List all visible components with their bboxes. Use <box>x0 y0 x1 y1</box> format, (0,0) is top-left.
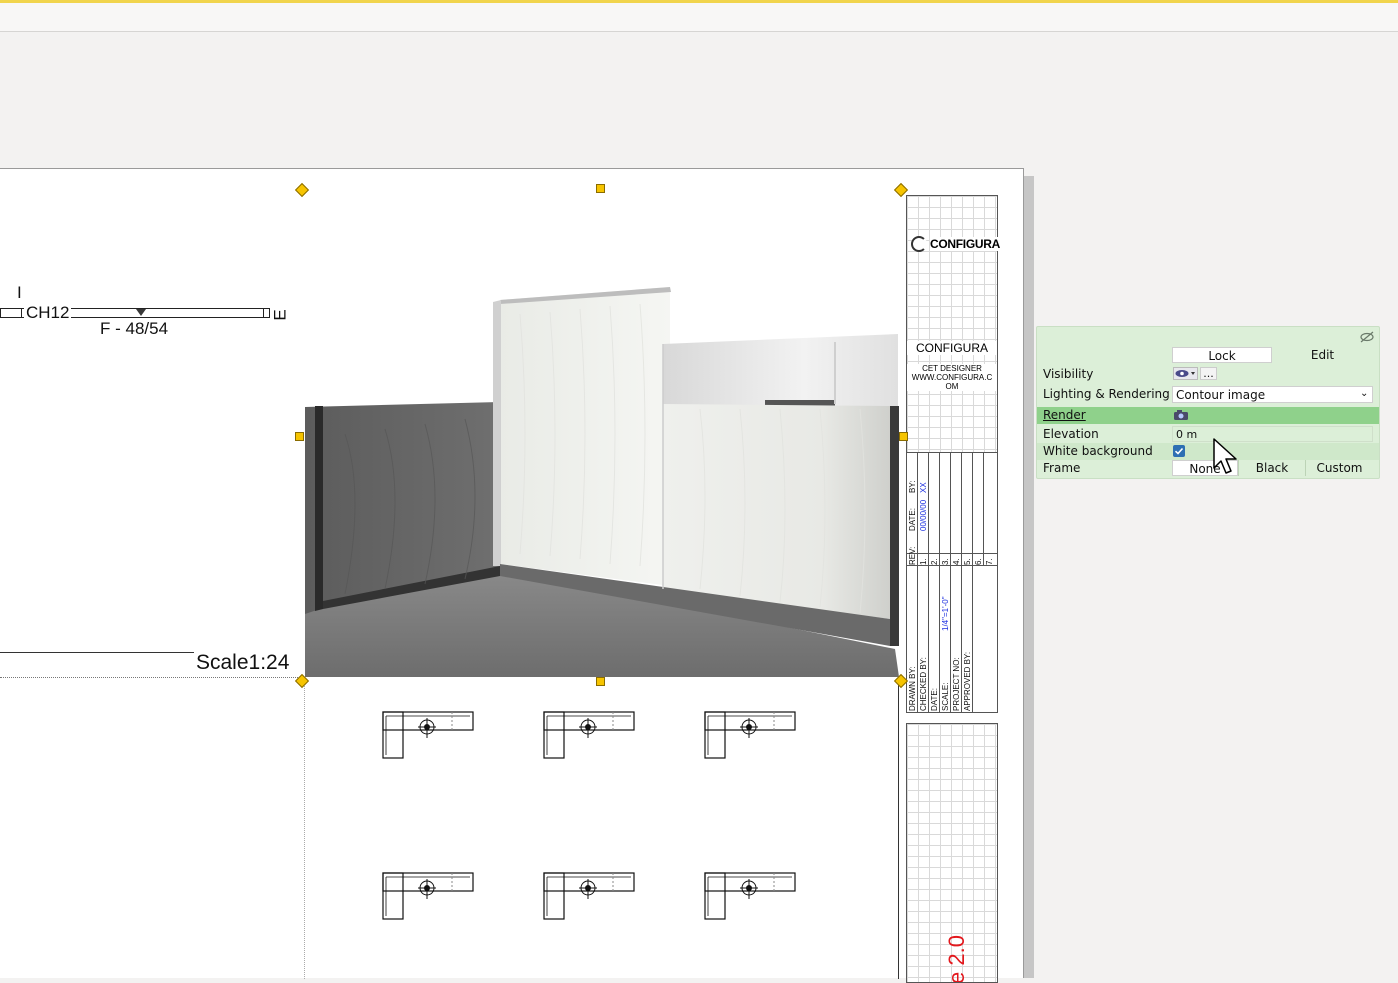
visibility-eye-icon[interactable] <box>1173 367 1198 380</box>
rev-row-7: 7. <box>985 558 994 565</box>
render-link[interactable]: Render <box>1043 408 1086 422</box>
frame-options: None Black Custom <box>1172 460 1373 476</box>
thumb-2[interactable] <box>543 709 637 766</box>
company-sub3: OM <box>907 382 997 391</box>
render-viewport[interactable] <box>305 194 899 677</box>
desk-layout-icon <box>382 872 474 920</box>
rev-row-4: 4. <box>952 558 961 565</box>
chevron-down-icon: ⌄ <box>1360 388 1369 399</box>
title-block-info: DRAWN BY: CHECKED BY: DATE: SCALE: 1/4"=… <box>906 565 998 713</box>
resize-handle-middle-left[interactable] <box>295 432 304 441</box>
plan-dotted-line <box>0 677 302 678</box>
properties-panel: Lock Edit Visibility ... Lighting & Rend… <box>1036 326 1380 479</box>
resize-handle-bottom-middle[interactable] <box>596 677 605 686</box>
plan-label-i: I <box>17 283 22 302</box>
rev-row-1: 1. <box>919 558 928 565</box>
elevation-input[interactable]: 0 m <box>1172 426 1373 442</box>
white-background-row: White background <box>1037 443 1379 460</box>
thumb-3[interactable] <box>704 709 798 766</box>
desk-layout-icon <box>382 711 474 759</box>
lighting-select-value: Contour image <box>1176 388 1266 402</box>
camera-icon[interactable] <box>1173 409 1191 424</box>
drawn-by: DRAWN BY: <box>908 666 917 711</box>
render-image <box>305 194 899 677</box>
desk-layout-icon <box>543 872 635 920</box>
thumb-5[interactable] <box>543 870 637 927</box>
elevation-value: 0 m <box>1176 428 1198 441</box>
edit-button[interactable]: Edit <box>1272 347 1373 363</box>
rev-row-5: 5. <box>963 558 972 565</box>
lock-button[interactable]: Lock <box>1172 347 1272 363</box>
version-text: e 2.0 <box>944 935 969 983</box>
thumb-6[interactable] <box>704 870 798 927</box>
plan-code: CH12 <box>24 303 72 323</box>
mouse-cursor-icon <box>1213 438 1239 481</box>
thumb-4[interactable] <box>382 870 476 927</box>
by-header: BY: <box>908 480 917 493</box>
rev-row-6: 6. <box>974 558 983 565</box>
frame-label: Frame <box>1043 461 1081 475</box>
hide-panel-icon[interactable] <box>1359 331 1375 346</box>
logo-text: CONFIGURA <box>930 237 1000 251</box>
white-background-checkbox[interactable] <box>1173 445 1185 457</box>
visibility-more-button[interactable]: ... <box>1200 367 1217 380</box>
title-block-revisions: REV: DATE: BY: 1. 2. 3. 4. 5. 6. 7. 00/0… <box>906 452 998 566</box>
company-sub1: CET DESIGNER <box>907 364 997 373</box>
visibility-row: Visibility ... <box>1037 366 1379 383</box>
resize-handle-middle-right[interactable] <box>899 432 908 441</box>
company-sub2: WWW.CONFIGURA.C <box>907 373 997 382</box>
configura-logo-icon <box>911 236 927 252</box>
lighting-select[interactable]: Contour image ⌄ <box>1172 386 1373 403</box>
company-name: CONFIGURA <box>907 341 997 355</box>
resize-handle-top-middle[interactable] <box>596 184 605 193</box>
checked-by: CHECKED BY: <box>919 657 928 711</box>
lighting-label: Lighting & Rendering <box>1043 387 1170 401</box>
top-toolbar <box>0 0 1398 32</box>
date-label: DATE: <box>930 688 939 711</box>
date-header: DATE: <box>908 508 917 531</box>
lock-edit-toggle: Lock Edit <box>1172 347 1373 363</box>
plan-scale-text: Scale1:24 <box>196 651 290 674</box>
plan-scale-line <box>0 652 194 653</box>
lighting-row: Lighting & Rendering Contour image ⌄ <box>1037 386 1379 403</box>
plan-label-e: E <box>270 309 290 321</box>
elevation-row: Elevation 0 m <box>1037 426 1379 443</box>
visibility-label: Visibility <box>1043 367 1094 381</box>
scale-value: 1/4"=1'-0" <box>941 596 950 631</box>
checkmark-icon <box>1174 447 1184 455</box>
rev-by-value: XX <box>919 482 928 493</box>
desk-layout-icon <box>704 711 796 759</box>
sheet-shadow <box>1024 176 1034 978</box>
thumb-1[interactable] <box>382 709 476 766</box>
viewport-left-dotted <box>304 681 305 979</box>
title-block-footer: e 2.0 <box>906 723 998 983</box>
render-row: Render <box>1037 407 1379 424</box>
scale-label: SCALE: <box>941 682 950 711</box>
project-no: PROJECT NO: <box>952 657 961 711</box>
frame-row: Frame None Black Custom <box>1037 460 1379 477</box>
rev-row-3: 3. <box>941 558 950 565</box>
approved-by: APPROVED BY: <box>963 651 972 711</box>
elevation-label: Elevation <box>1043 427 1099 441</box>
plan-dimension: F - 48/54 <box>100 319 169 338</box>
desk-layout-icon <box>704 872 796 920</box>
rev-row-2: 2. <box>930 558 939 565</box>
white-background-label: White background <box>1043 444 1153 458</box>
frame-option-custom[interactable]: Custom <box>1305 460 1373 476</box>
rev-date-value: 00/00/00 <box>919 499 928 531</box>
title-block-header: CONFIGURA CONFIGURA CET DESIGNER WWW.CON… <box>906 195 1000 453</box>
frame-option-black[interactable]: Black <box>1238 460 1305 476</box>
rev-header: REV: <box>908 546 917 565</box>
desk-layout-icon <box>543 711 635 759</box>
